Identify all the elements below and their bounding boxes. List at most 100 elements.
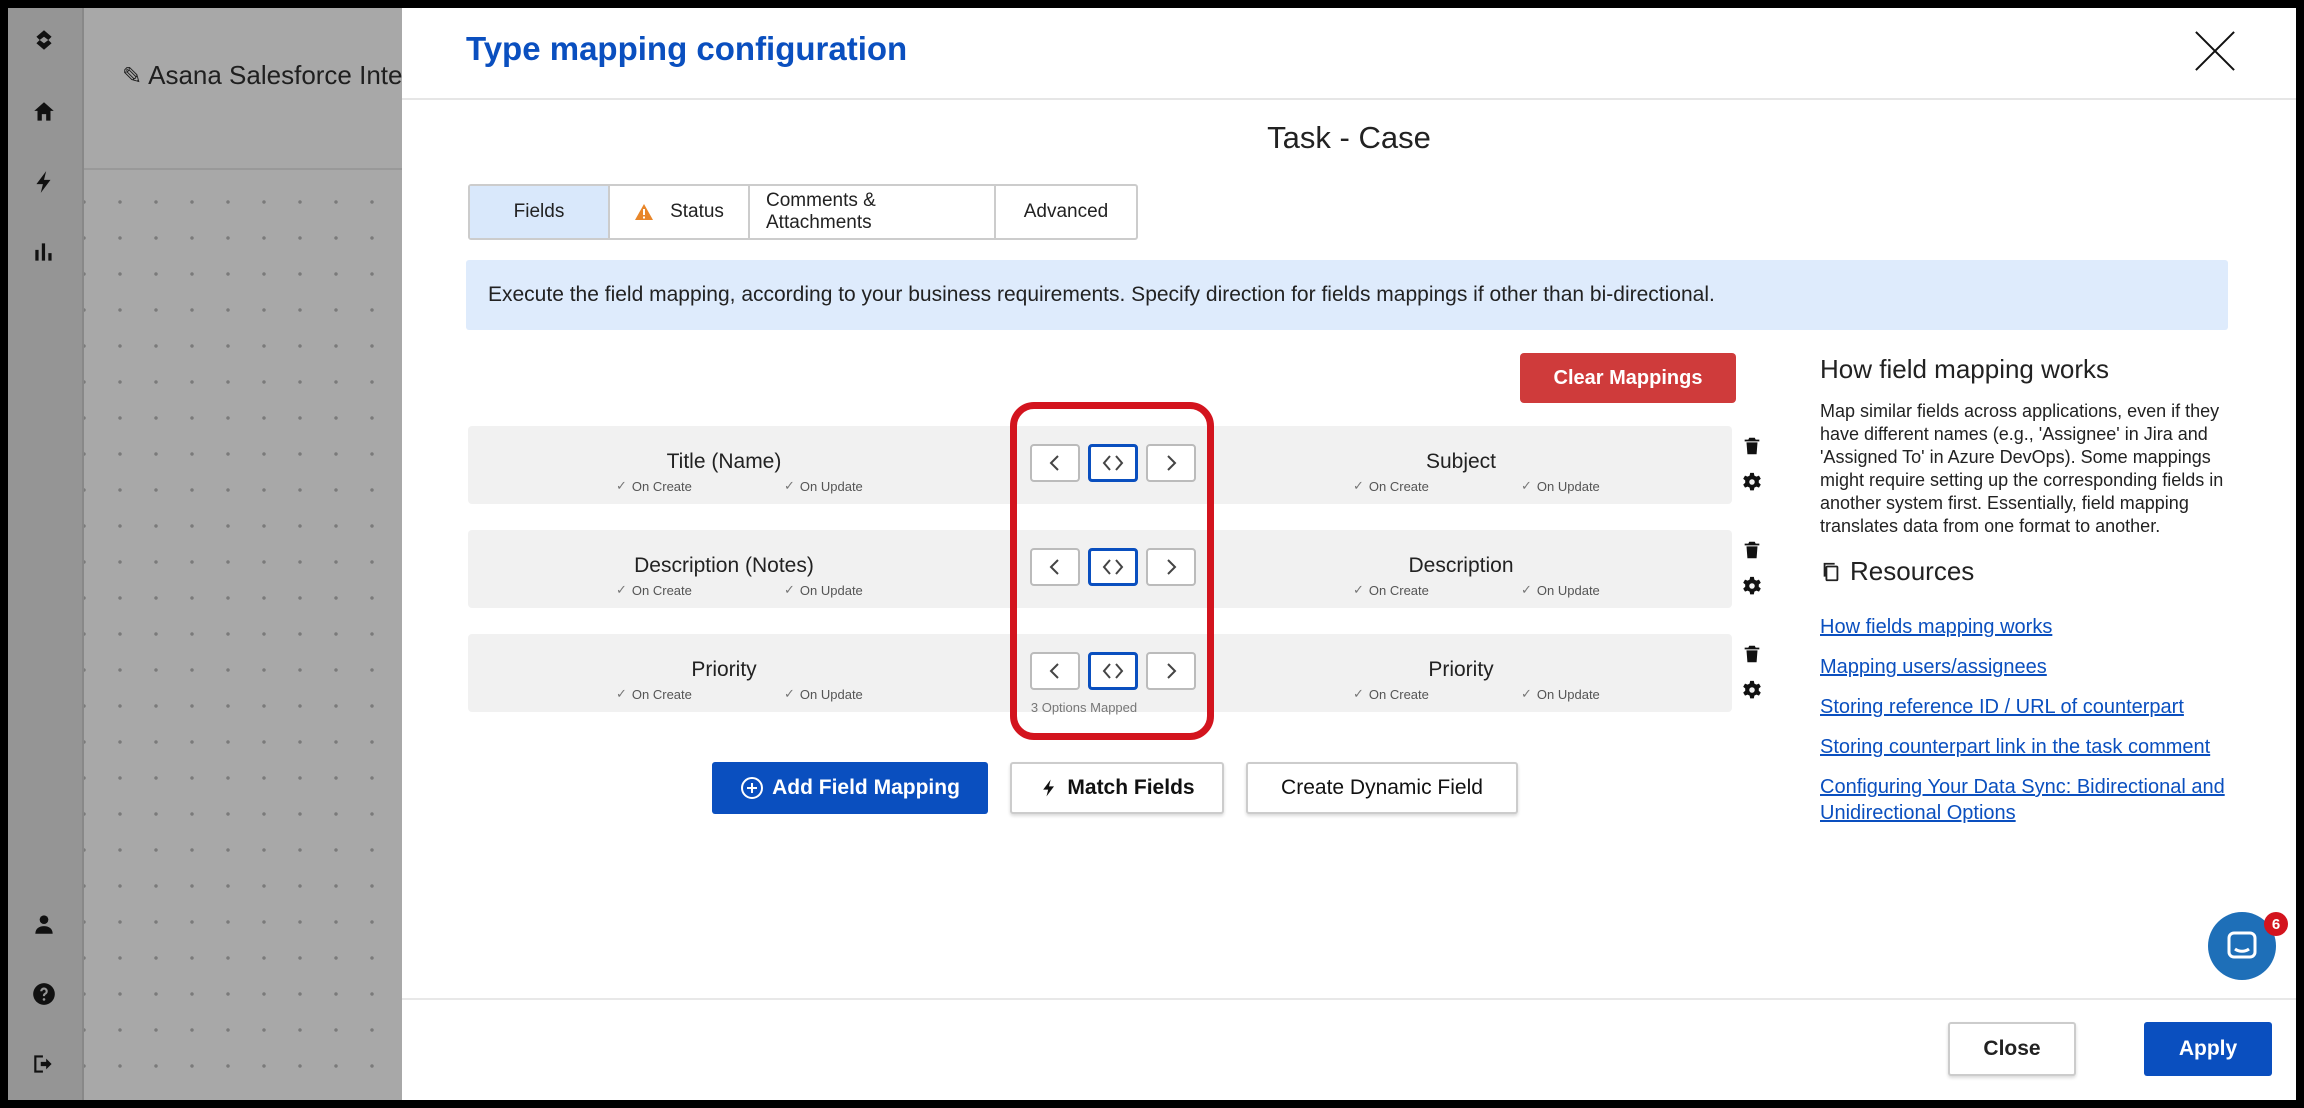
check-icon: ✓ [1353,478,1364,493]
apply-button[interactable]: Apply [2144,1022,2272,1076]
bolt-icon[interactable] [26,164,62,200]
check-icon: ✓ [1521,582,1532,597]
flag-label: On Update [799,582,863,598]
info-banner: Execute the field mapping, according to … [466,260,2228,330]
tab-status-label: Status [670,201,724,222]
tab-fields-label: Fields [513,201,565,222]
check-icon: ✓ [784,686,795,701]
tab-advanced[interactable]: Advanced [996,186,1136,238]
type-mapping-modal: Type mapping configuration Task - Case F… [402,8,2296,1100]
on-create-flag[interactable]: ✓ On Create [616,686,784,702]
chart-icon[interactable] [26,234,62,270]
tab-status[interactable]: Status [610,186,750,238]
info-text: Execute the field mapping, according to … [488,283,1715,306]
resource-link[interactable]: Mapping users/assignees [1820,654,2260,680]
gear-icon[interactable] [1738,676,1766,704]
match-fields-button[interactable]: Match Fields [1010,762,1224,814]
on-create-flag[interactable]: ✓ On Create [1353,582,1521,598]
bolt-icon [1039,776,1059,800]
left-field-name: Description (Notes) [634,554,814,577]
flag-label: On Create [1368,478,1429,494]
check-icon: ✓ [1521,478,1532,493]
app-sidebar [8,8,84,1100]
right-field-name: Subject [1425,450,1497,473]
on-update-flag[interactable]: ✓ On Update [1521,686,1689,702]
pencil-icon: ✎ [122,63,143,90]
match-fields-label: Match Fields [1067,776,1195,799]
on-create-flag[interactable]: ✓ On Create [616,478,784,494]
help-title: How field mapping works [1820,354,2110,384]
close-icon[interactable] [2192,28,2238,74]
copy-icon [1823,562,1839,581]
flag-label: On Update [799,686,863,702]
resource-link[interactable]: Configuring Your Data Sync: Bidirectiona… [1820,774,2260,826]
resource-link[interactable]: Storing counterpart link in the task com… [1820,734,2260,760]
resources-title: Resources [1820,556,1974,587]
create-dynamic-field-label: Create Dynamic Field [1281,776,1483,799]
trash-icon[interactable] [1738,640,1766,668]
flag-label: On Update [1536,582,1600,598]
right-sync-flags: ✓ On Create ✓ On Update [1353,686,1689,702]
trash-icon[interactable] [1738,432,1766,460]
modal-footer: Close Apply [402,998,2296,1100]
help-icon[interactable] [26,976,62,1012]
close-button[interactable]: Close [1948,1022,2076,1076]
create-dynamic-field-button[interactable]: Create Dynamic Field [1246,762,1518,814]
flag-label: On Create [1368,582,1429,598]
modal-header: Type mapping configuration [402,8,2296,100]
resource-link[interactable]: How fields mapping works [1820,614,2260,640]
chat-icon [2227,931,2257,959]
mapping-subtitle: Task - Case [1267,120,1431,155]
right-field-name: Description [1408,554,1514,577]
gear-icon[interactable] [1738,572,1766,600]
left-sync-flags: ✓ On Create ✓ On Update [616,582,952,598]
on-create-flag[interactable]: ✓ On Create [1353,478,1521,494]
flag-label: On Update [1536,686,1600,702]
flag-label: On Update [1536,478,1600,494]
check-icon: ✓ [616,686,627,701]
home-icon[interactable] [26,94,62,130]
tab-fields[interactable]: Fields [470,186,610,238]
screen-frame: ✎ Asana Salesforce Integ Type mapping con… [8,8,2296,1100]
on-create-flag[interactable]: ✓ On Create [616,582,784,598]
logout-icon[interactable] [26,1046,62,1082]
on-create-flag[interactable]: ✓ On Create [1353,686,1521,702]
add-field-mapping-label: Add Field Mapping [772,776,960,799]
right-sync-flags: ✓ On Create ✓ On Update [1353,478,1689,494]
tab-comments-label: Comments & Attachments [766,190,876,233]
left-field-name: Priority [691,658,757,681]
tab-comments-attachments[interactable]: Comments & Attachments [750,186,996,238]
right-field-name: Priority [1428,658,1494,681]
gear-icon[interactable] [1738,468,1766,496]
on-update-flag[interactable]: ✓ On Update [1521,582,1689,598]
plus-circle-icon [740,776,764,800]
resources-label: Resources [1850,556,1975,586]
check-icon: ✓ [784,478,795,493]
notification-badge: 6 [2264,912,2288,936]
check-icon: ✓ [1353,686,1364,701]
user-icon[interactable] [26,906,62,942]
check-icon: ✓ [784,582,795,597]
help-text: Map similar fields across applications, … [1820,401,2224,536]
check-icon: ✓ [1521,686,1532,701]
on-update-flag[interactable]: ✓ On Update [784,478,952,494]
check-icon: ✓ [616,582,627,597]
check-icon: ✓ [616,478,627,493]
background-canvas [84,170,410,1100]
logo-icon[interactable] [26,22,62,58]
flag-label: On Update [799,478,863,494]
add-field-mapping-button[interactable]: Add Field Mapping [712,762,988,814]
modal-title: Type mapping configuration [466,30,908,67]
resource-links: How fields mapping works Mapping users/a… [1820,614,2260,840]
flag-label: On Create [631,478,692,494]
trash-icon[interactable] [1738,536,1766,564]
clear-mappings-button[interactable]: Clear Mappings [1520,353,1736,403]
left-sync-flags: ✓ On Create ✓ On Update [616,686,952,702]
on-update-flag[interactable]: ✓ On Update [784,582,952,598]
resource-link[interactable]: Storing reference ID / URL of counterpar… [1820,694,2260,720]
left-sync-flags: ✓ On Create ✓ On Update [616,478,952,494]
on-update-flag[interactable]: ✓ On Update [1521,478,1689,494]
on-update-flag[interactable]: ✓ On Update [784,686,952,702]
warning-icon [635,204,654,220]
flag-label: On Create [631,582,692,598]
